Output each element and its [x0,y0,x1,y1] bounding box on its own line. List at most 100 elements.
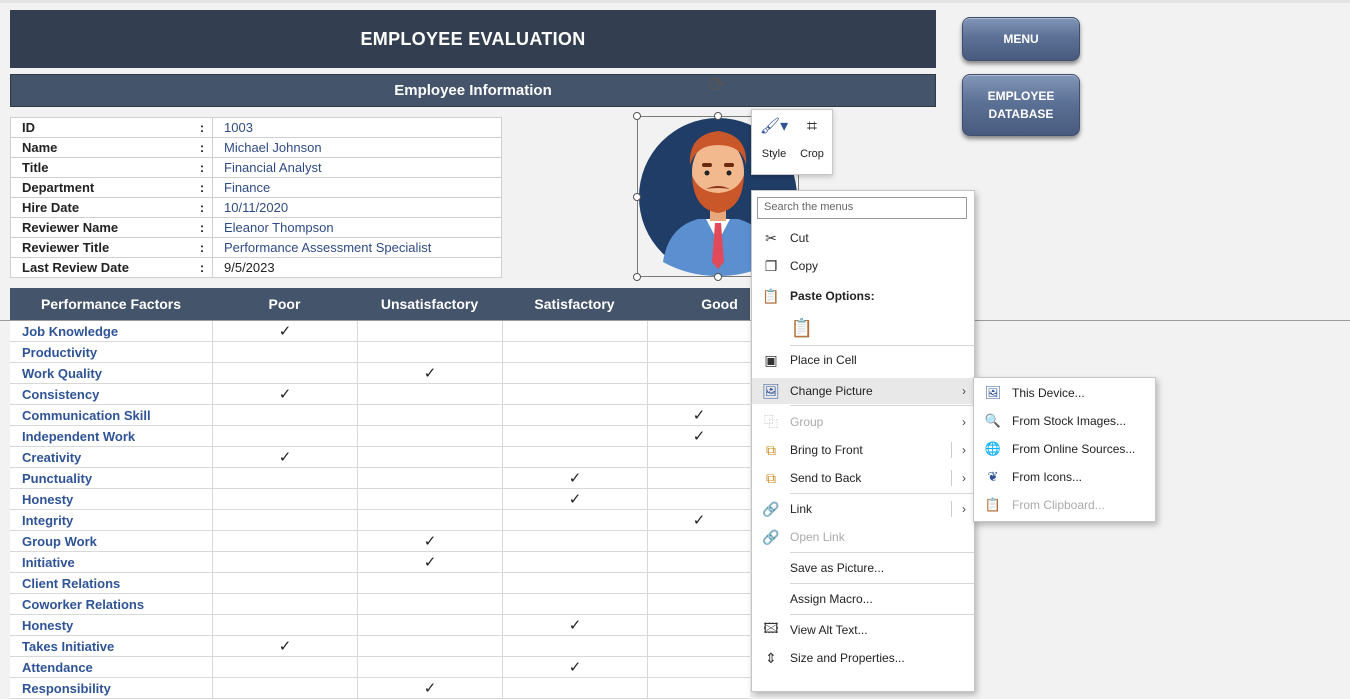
rating-cell[interactable] [647,636,750,656]
rating-cell[interactable]: ✓ [212,447,357,467]
menu-item-size-and-properties[interactable]: ⇕ Size and Properties... [752,645,974,671]
rating-cell[interactable]: ✓ [502,657,647,677]
rating-cell[interactable] [212,510,357,530]
rating-cell[interactable] [647,552,750,572]
rating-cell[interactable] [357,489,502,509]
info-value[interactable]: 1003 [212,117,502,138]
style-button[interactable]: 🖌▾ Style [755,116,793,160]
resize-handle-left[interactable] [633,193,641,201]
rating-cell[interactable] [212,342,357,362]
info-value[interactable]: 9/5/2023 [212,257,502,278]
rating-cell[interactable] [502,636,647,656]
rating-cell[interactable] [212,573,357,593]
rating-cell[interactable] [502,573,647,593]
rating-cell[interactable]: ✓ [212,636,357,656]
rating-cell[interactable] [502,405,647,425]
rating-cell[interactable] [357,468,502,488]
rating-cell[interactable] [357,594,502,614]
rating-cell[interactable] [647,447,750,467]
rating-cell[interactable]: ✓ [357,363,502,383]
resize-handle-bottom-left[interactable] [633,273,641,281]
rating-cell[interactable] [647,678,750,698]
rating-cell[interactable]: ✓ [647,426,750,446]
rotate-handle-icon[interactable]: ⟳ [708,72,725,97]
menu-item-copy[interactable]: ❐ Copy [752,253,974,279]
submenu-item-icons[interactable]: ❦ From Icons... [974,464,1155,490]
rating-cell[interactable] [647,384,750,404]
info-value[interactable]: Finance [212,177,502,198]
rating-cell[interactable] [647,573,750,593]
rating-cell[interactable] [212,405,357,425]
rating-cell[interactable] [212,594,357,614]
rating-cell[interactable]: ✓ [212,384,357,404]
rating-cell[interactable] [357,321,502,341]
crop-button[interactable]: ⌗ Crop [793,116,831,160]
info-value[interactable]: Performance Assessment Specialist [212,237,502,258]
rating-cell[interactable] [647,342,750,362]
rating-cell[interactable] [357,510,502,530]
rating-cell[interactable] [502,447,647,467]
chevron-right-icon[interactable]: › [962,502,966,516]
rating-cell[interactable] [212,657,357,677]
rating-cell[interactable] [357,426,502,446]
info-value[interactable]: 10/11/2020 [212,197,502,218]
rating-cell[interactable] [357,657,502,677]
rating-cell[interactable]: ✓ [357,678,502,698]
resize-handle-top-left[interactable] [633,112,641,120]
rating-cell[interactable]: ✓ [502,615,647,635]
menu-item-change-picture[interactable]: 🖼 Change Picture › [752,378,974,404]
menu-item-send-to-back[interactable]: ⧉ Send to Back › [752,465,974,491]
rating-cell[interactable] [212,468,357,488]
menu-item-bring-to-front[interactable]: ⧉ Bring to Front › [752,437,974,463]
rating-cell[interactable] [357,384,502,404]
rating-cell[interactable] [212,489,357,509]
rating-cell[interactable] [212,426,357,446]
rating-cell[interactable] [502,594,647,614]
rating-cell[interactable] [212,552,357,572]
rating-cell[interactable] [647,363,750,383]
resize-handle-bottom[interactable] [714,273,722,281]
rating-cell[interactable] [502,552,647,572]
info-value[interactable]: Financial Analyst [212,157,502,178]
menu-item-place-in-cell[interactable]: ▣ Place in Cell [752,347,974,373]
rating-cell[interactable] [502,510,647,530]
paste-picture-option-icon[interactable]: 📋 [790,315,814,341]
info-value[interactable]: Michael Johnson [212,137,502,158]
submenu-item-stock-images[interactable]: 🔍 From Stock Images... [974,408,1155,434]
rating-cell[interactable] [212,363,357,383]
rating-cell[interactable] [212,678,357,698]
rating-cell[interactable]: ✓ [502,489,647,509]
rating-cell[interactable] [502,342,647,362]
rating-cell[interactable] [357,405,502,425]
rating-cell[interactable]: ✓ [647,510,750,530]
submenu-item-online-sources[interactable]: 🌐 From Online Sources... [974,436,1155,462]
rating-cell[interactable] [212,531,357,551]
chevron-right-icon[interactable]: › [962,443,966,457]
rating-cell[interactable]: ✓ [357,531,502,551]
rating-cell[interactable]: ✓ [357,552,502,572]
rating-cell[interactable] [357,447,502,467]
search-menus-input[interactable]: Search the menus [757,197,967,219]
rating-cell[interactable] [647,615,750,635]
rating-cell[interactable] [502,426,647,446]
rating-cell[interactable] [357,615,502,635]
submenu-item-this-device[interactable]: 🖼 This Device... [974,380,1155,406]
rating-cell[interactable] [357,636,502,656]
chevron-right-icon[interactable]: › [962,471,966,485]
rating-cell[interactable] [647,468,750,488]
rating-cell[interactable] [502,321,647,341]
employee-database-button[interactable]: EMPLOYEE DATABASE [962,74,1080,136]
menu-button[interactable]: MENU [962,17,1080,61]
rating-cell[interactable] [647,657,750,677]
menu-item-assign-macro[interactable]: Assign Macro... [752,586,974,612]
rating-cell[interactable] [502,363,647,383]
resize-handle-top[interactable] [714,112,722,120]
menu-item-save-as-picture[interactable]: Save as Picture... [752,555,974,581]
rating-cell[interactable]: ✓ [212,321,357,341]
rating-cell[interactable] [212,615,357,635]
rating-cell[interactable] [357,573,502,593]
menu-item-link[interactable]: 🔗 Link › [752,496,974,522]
rating-cell[interactable]: ✓ [502,468,647,488]
rating-cell[interactable] [647,594,750,614]
rating-cell[interactable] [357,342,502,362]
